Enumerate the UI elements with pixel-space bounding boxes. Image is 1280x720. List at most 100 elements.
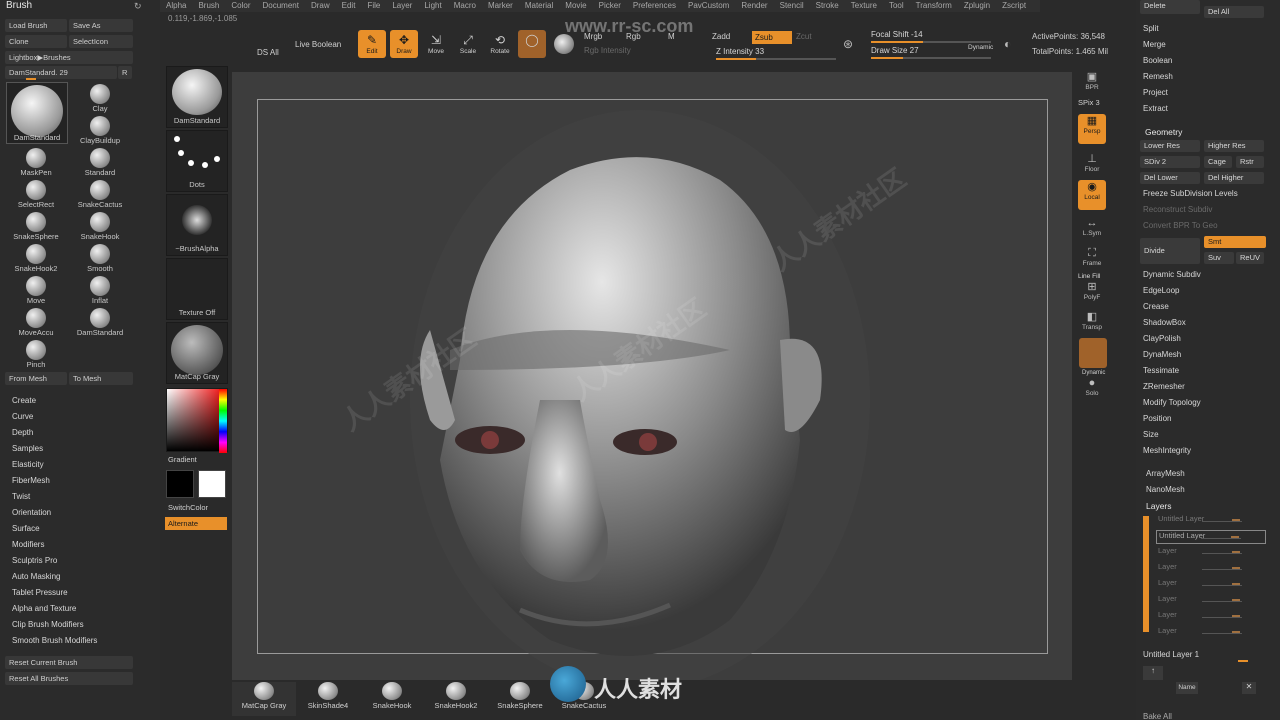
geometry-tessimate[interactable]: Tessimate bbox=[1143, 366, 1179, 375]
brush-preview-button[interactable]: ◯ bbox=[518, 30, 546, 58]
sdiv-slider[interactable]: SDiv 2 bbox=[1140, 156, 1200, 168]
geometry-edgeloop[interactable]: EdgeLoop bbox=[1143, 286, 1179, 295]
brush-smooth[interactable]: Smooth bbox=[70, 244, 130, 276]
geometry-position[interactable]: Position bbox=[1143, 414, 1171, 423]
layer-strength-slider[interactable] bbox=[1202, 521, 1242, 522]
frame-button[interactable]: ⛶ Frame bbox=[1078, 246, 1106, 272]
convert-bpr-button[interactable]: Convert BPR To Geo bbox=[1143, 221, 1218, 230]
z-intensity-slider[interactable]: Z Intensity 33 bbox=[716, 47, 836, 60]
texture-thumb[interactable]: Texture Off bbox=[166, 258, 228, 320]
submenu-tablet-pressure[interactable]: Tablet Pressure bbox=[12, 588, 68, 597]
solo-button[interactable]: ● Solo bbox=[1078, 376, 1106, 402]
brush-move[interactable]: Move bbox=[6, 276, 66, 308]
geometry-crease[interactable]: Crease bbox=[1143, 302, 1169, 311]
from-mesh-button[interactable]: From Mesh bbox=[5, 372, 67, 385]
menu-transform[interactable]: Transform bbox=[910, 0, 958, 12]
menu-marker[interactable]: Marker bbox=[482, 0, 519, 12]
layer-strength-slider[interactable] bbox=[1202, 633, 1242, 634]
menu-file[interactable]: File bbox=[361, 0, 386, 12]
shelf-item-matcap gray[interactable]: MatCap Gray bbox=[232, 682, 296, 716]
layer-delete-icon[interactable]: ✕ bbox=[1242, 682, 1256, 694]
edit-button[interactable]: ✎ Edit bbox=[358, 30, 386, 58]
smt-toggle[interactable]: Smt bbox=[1204, 236, 1266, 248]
shelf-item-skinshade4[interactable]: SkinShade4 bbox=[296, 682, 360, 716]
layer-row[interactable]: Untitled Layer bbox=[1156, 530, 1266, 544]
brush-selectrect[interactable]: SelectRect bbox=[6, 180, 66, 212]
secondary-color-swatch[interactable] bbox=[198, 470, 226, 498]
switch-color-button[interactable]: SwitchColor bbox=[168, 503, 208, 512]
submenu-alpha-and-texture[interactable]: Alpha and Texture bbox=[12, 604, 76, 613]
submenu-surface[interactable]: Surface bbox=[12, 524, 40, 533]
submenu-create[interactable]: Create bbox=[12, 396, 36, 405]
layer-row[interactable]: Layer bbox=[1156, 546, 1266, 560]
submenu-samples[interactable]: Samples bbox=[12, 444, 43, 453]
lightbox-brushes-button[interactable]: Lightbox▶Brushes bbox=[5, 51, 133, 64]
brush-clay[interactable]: Clay bbox=[70, 84, 130, 116]
dynamic-toggle[interactable]: Dynamic bbox=[968, 44, 993, 51]
brush-thumb[interactable]: DamStandard bbox=[166, 66, 228, 128]
load-brush-button[interactable]: Load Brush bbox=[5, 19, 67, 32]
shelf-item-snakehook2[interactable]: SnakeHook2 bbox=[424, 682, 488, 716]
menu-stroke[interactable]: Stroke bbox=[810, 0, 845, 12]
layer-row[interactable]: Untitled Layer bbox=[1156, 514, 1266, 528]
brush-pinch[interactable]: Pinch bbox=[6, 340, 66, 372]
bake-all-button[interactable]: Bake All bbox=[1143, 712, 1172, 720]
extract-button[interactable]: Extract bbox=[1143, 104, 1168, 113]
submenu-depth[interactable]: Depth bbox=[12, 428, 33, 437]
stroke-thumb[interactable]: Dots bbox=[166, 130, 228, 192]
menu-preferences[interactable]: Preferences bbox=[627, 0, 682, 12]
transp-button[interactable]: ◧ Transp bbox=[1078, 310, 1106, 336]
floor-button[interactable]: ⊥ Floor bbox=[1078, 152, 1106, 178]
r-button[interactable]: R bbox=[118, 66, 132, 79]
brush-maskpen[interactable]: MaskPen bbox=[6, 148, 66, 180]
submenu-sculptris-pro[interactable]: Sculptris Pro bbox=[12, 556, 57, 565]
geometry-dynamic-subdiv[interactable]: Dynamic Subdiv bbox=[1143, 270, 1201, 279]
ds-all-button[interactable]: DS All bbox=[257, 48, 279, 57]
geometry-claypolish[interactable]: ClayPolish bbox=[1143, 334, 1181, 343]
polyf-button[interactable]: ⊞ PolyF bbox=[1078, 280, 1106, 306]
menu-alpha[interactable]: Alpha bbox=[160, 0, 192, 12]
submenu-elasticity[interactable]: Elasticity bbox=[12, 460, 44, 469]
brush-damstandard[interactable]: DamStandard bbox=[70, 308, 130, 340]
select-icon-button[interactable]: SelectIcon bbox=[69, 35, 133, 48]
geometry-meshintegrity[interactable]: MeshIntegrity bbox=[1143, 446, 1191, 455]
reset-current-brush-button[interactable]: Reset Current Brush bbox=[5, 656, 133, 669]
submenu-twist[interactable]: Twist bbox=[12, 492, 30, 501]
layer-name-button[interactable]: Name bbox=[1176, 682, 1198, 694]
brush-standard[interactable]: Standard bbox=[70, 148, 130, 180]
delete-button[interactable]: Delete bbox=[1140, 0, 1200, 14]
lsym-button[interactable]: ↔ L.Sym bbox=[1078, 216, 1106, 242]
boolean-button[interactable]: Boolean bbox=[1143, 56, 1172, 65]
freeze-subdiv-button[interactable]: Freeze SubDivision Levels bbox=[1143, 189, 1238, 198]
gradient-label[interactable]: Gradient bbox=[168, 455, 197, 464]
geometry-size[interactable]: Size bbox=[1143, 430, 1159, 439]
focal-icon[interactable]: ⊛ bbox=[843, 37, 853, 51]
active-brush-thumb[interactable]: DamStandard bbox=[6, 82, 68, 144]
submenu-curve[interactable]: Curve bbox=[12, 412, 33, 421]
submenu-fibermesh[interactable]: FiberMesh bbox=[12, 476, 50, 485]
color-picker[interactable] bbox=[166, 388, 228, 453]
layer-strength-slider[interactable] bbox=[1202, 601, 1242, 602]
del-higher-button[interactable]: Del Higher bbox=[1204, 172, 1264, 184]
save-as-button[interactable]: Save As bbox=[69, 19, 133, 32]
menu-draw[interactable]: Draw bbox=[305, 0, 336, 12]
lower-res-button[interactable]: Lower Res bbox=[1140, 140, 1200, 152]
del-lower-button[interactable]: Del Lower bbox=[1140, 172, 1200, 184]
zsub-button[interactable]: Zsub bbox=[752, 31, 792, 44]
menu-render[interactable]: Render bbox=[735, 0, 773, 12]
brush-snakehook2[interactable]: SnakeHook2 bbox=[6, 244, 66, 276]
menu-edit[interactable]: Edit bbox=[336, 0, 362, 12]
live-boolean-button[interactable]: Live Boolean bbox=[295, 40, 341, 49]
zcut-button[interactable]: Zcut bbox=[796, 32, 812, 41]
submenu-auto-masking[interactable]: Auto Masking bbox=[12, 572, 60, 581]
move-button[interactable]: ⇲ Move bbox=[422, 30, 450, 58]
reset-all-brushes-button[interactable]: Reset All Brushes bbox=[5, 672, 133, 685]
layer-strength-slider[interactable] bbox=[1202, 617, 1242, 618]
layer-row[interactable]: Layer bbox=[1156, 594, 1266, 608]
layer-row[interactable]: Layer bbox=[1156, 626, 1266, 640]
menu-color[interactable]: Color bbox=[225, 0, 256, 12]
layer-row[interactable]: Layer bbox=[1156, 578, 1266, 592]
rotate-button[interactable]: ⟲ Rotate bbox=[486, 30, 514, 58]
menu-stencil[interactable]: Stencil bbox=[774, 0, 810, 12]
current-brush-slider[interactable]: DamStandard. 29 bbox=[5, 66, 117, 79]
